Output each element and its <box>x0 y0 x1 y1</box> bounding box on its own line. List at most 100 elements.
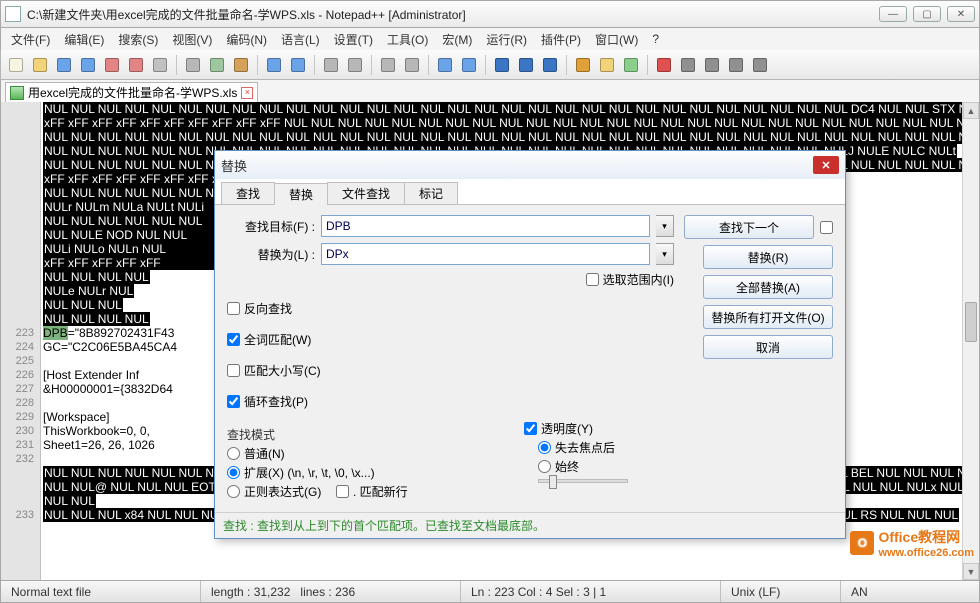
macro-play-icon[interactable] <box>701 54 723 76</box>
menu-item-8[interactable]: 宏(M) <box>436 29 478 50</box>
status-eol: Unix (LF) <box>721 581 841 602</box>
file-tab-icon <box>10 86 24 100</box>
maximize-button[interactable]: ▢ <box>913 6 941 22</box>
open-icon[interactable] <box>29 54 51 76</box>
editor-line[interactable]: NUL NUL NUL NUL NUL NUL NUL NUL NUL NUL … <box>41 102 962 116</box>
trans-always-radio[interactable]: 始终 <box>538 458 674 475</box>
zoomin-icon[interactable] <box>377 54 399 76</box>
line-number <box>1 214 34 228</box>
sync-h-icon[interactable] <box>458 54 480 76</box>
find-dropdown-icon[interactable]: ▾ <box>656 215 674 237</box>
find-input[interactable] <box>321 215 650 237</box>
macro-fast-icon[interactable] <box>725 54 747 76</box>
scroll-up-icon[interactable]: ▲ <box>963 102 979 119</box>
line-number <box>1 116 34 130</box>
monitor-icon[interactable] <box>620 54 642 76</box>
menu-item-12[interactable]: ? <box>646 30 665 48</box>
match-case-check[interactable]: 匹配大小写(C) <box>227 362 674 379</box>
indentguide-icon[interactable] <box>539 54 561 76</box>
line-number: 227 <box>1 382 34 396</box>
toolbar-separator <box>647 55 648 75</box>
paste-icon[interactable] <box>230 54 252 76</box>
replace-all-button[interactable]: 全部替换(A) <box>703 275 833 299</box>
closeall-icon[interactable] <box>125 54 147 76</box>
dotall-check[interactable]: . 匹配新行 <box>336 483 408 500</box>
mode-extended-radio[interactable]: 扩展(X) (\n, \r, \t, \0, \x...) <box>227 464 504 481</box>
mode-normal-radio[interactable]: 普通(N) <box>227 445 504 462</box>
menu-item-2[interactable]: 搜索(S) <box>112 29 164 50</box>
menu-item-10[interactable]: 插件(P) <box>535 29 587 50</box>
dialog-tab-2[interactable]: 文件查找 <box>327 182 405 204</box>
save-icon[interactable] <box>53 54 75 76</box>
replace-button[interactable]: 替换(R) <box>703 245 833 269</box>
dialog-tab-3[interactable]: 标记 <box>404 182 458 204</box>
replace-icon[interactable] <box>344 54 366 76</box>
new-icon[interactable] <box>5 54 27 76</box>
redo-icon[interactable] <box>287 54 309 76</box>
close-icon[interactable] <box>101 54 123 76</box>
sync-v-icon[interactable] <box>434 54 456 76</box>
minimize-button[interactable]: — <box>879 6 907 22</box>
copy-icon[interactable] <box>206 54 228 76</box>
replace-dialog: 替换 ✕ 查找替换文件查找标记 查找目标(F) : ▾ 替换为(L) : ▾ 选… <box>214 150 846 539</box>
wordwrap-icon[interactable] <box>491 54 513 76</box>
menu-item-4[interactable]: 编码(N) <box>220 29 273 50</box>
find-next-extra-check[interactable] <box>820 221 833 234</box>
line-number: 233 <box>1 508 34 522</box>
macro-stop-icon[interactable] <box>677 54 699 76</box>
menu-item-11[interactable]: 窗口(W) <box>589 29 644 50</box>
undo-icon[interactable] <box>263 54 285 76</box>
mode-regex-radio[interactable]: 正则表达式(G) . 匹配新行 <box>227 483 504 500</box>
menu-item-3[interactable]: 视图(V) <box>166 29 218 50</box>
editor-line[interactable]: NUL NUL NUL NUL NUL NUL NUL NUL NUL NUL … <box>41 130 962 144</box>
scroll-thumb[interactable] <box>965 302 977 342</box>
in-selection-check[interactable]: 选取范围内(I) <box>586 271 674 288</box>
menu-item-9[interactable]: 运行(R) <box>480 29 533 50</box>
menu-item-5[interactable]: 语言(L) <box>275 29 326 50</box>
cut-icon[interactable] <box>182 54 204 76</box>
scroll-down-icon[interactable]: ▼ <box>963 563 979 580</box>
file-tab[interactable]: 用excel完成的文件批量命名-学WPS.xls × <box>5 82 258 102</box>
wrap-check[interactable]: 循环查找(P) <box>227 393 674 410</box>
print-icon[interactable] <box>149 54 171 76</box>
zoomout-icon[interactable] <box>401 54 423 76</box>
menu-item-1[interactable]: 编辑(E) <box>58 29 110 50</box>
dialog-tab-0[interactable]: 查找 <box>221 182 275 204</box>
dialog-title-bar[interactable]: 替换 ✕ <box>215 151 845 179</box>
editor-line[interactable]: xFF xFF xFF xFF xFF xFF xFF xFF xFF xFF … <box>41 116 962 130</box>
tab-bar: 用excel完成的文件批量命名-学WPS.xls × <box>0 80 980 102</box>
cancel-button[interactable]: 取消 <box>703 335 833 359</box>
lang-icon[interactable] <box>572 54 594 76</box>
replace-in-open-button[interactable]: 替换所有打开文件(O) <box>703 305 833 329</box>
transparency-check[interactable]: 透明度(Y) <box>524 420 674 437</box>
search-mode-label: 查找模式 <box>227 426 504 443</box>
dialog-close-button[interactable]: ✕ <box>813 156 839 174</box>
close-window-button[interactable]: ✕ <box>947 6 975 22</box>
whole-word-check[interactable]: 全词匹配(W) <box>227 331 674 348</box>
line-number <box>1 102 34 116</box>
trans-focus-radio[interactable]: 失去焦点后 <box>538 439 674 456</box>
transparency-slider[interactable] <box>538 479 628 483</box>
menu-item-0[interactable]: 文件(F) <box>5 29 56 50</box>
macro-rec-icon[interactable] <box>653 54 675 76</box>
find-icon[interactable] <box>320 54 342 76</box>
find-next-button[interactable]: 查找下一个 <box>684 215 814 239</box>
replace-input[interactable] <box>321 243 650 265</box>
dialog-tab-1[interactable]: 替换 <box>274 183 328 205</box>
vertical-scrollbar[interactable]: ▲ ▼ <box>962 102 979 580</box>
backward-check[interactable]: 反向查找 <box>227 300 674 317</box>
replace-label: 替换为(L) : <box>227 246 315 263</box>
toolbar-separator <box>257 55 258 75</box>
menu-item-6[interactable]: 设置(T) <box>328 29 379 50</box>
saveall-icon[interactable] <box>77 54 99 76</box>
folder-icon[interactable] <box>596 54 618 76</box>
watermark-brand: Office教程网 <box>878 527 974 547</box>
file-tab-close-icon[interactable]: × <box>241 87 253 99</box>
line-number <box>1 200 34 214</box>
file-tab-label: 用excel完成的文件批量命名-学WPS.xls <box>28 84 237 101</box>
replace-dropdown-icon[interactable]: ▾ <box>656 243 674 265</box>
menu-item-7[interactable]: 工具(O) <box>381 29 434 50</box>
macro-save-icon[interactable] <box>749 54 771 76</box>
status-encoding: AN <box>841 581 979 602</box>
allchars-icon[interactable] <box>515 54 537 76</box>
